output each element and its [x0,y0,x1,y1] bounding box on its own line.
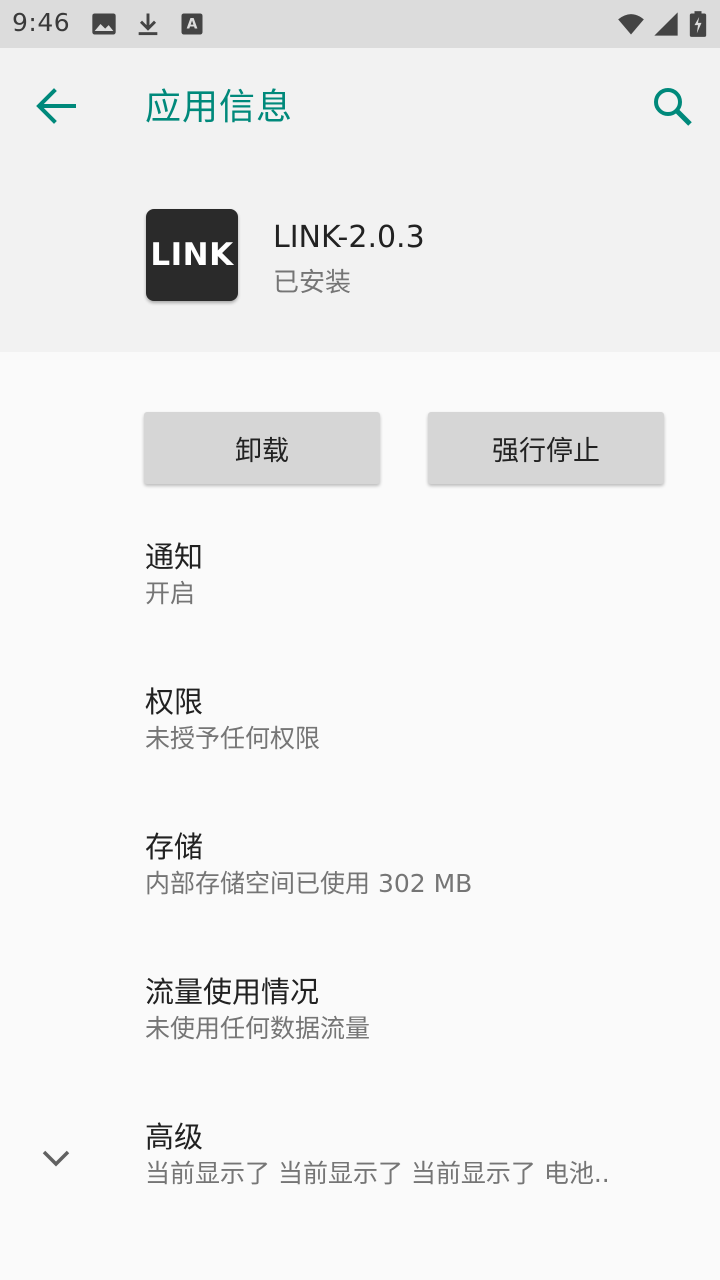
back-arrow-icon[interactable] [24,78,88,134]
setting-permissions[interactable]: 权限 未授予任何权限 [145,683,705,757]
signal-icon [654,12,678,36]
app-header: 应用信息 LINK LINK-2.0.3 已安装 [0,48,720,352]
page-title: 应用信息 [145,87,294,128]
setting-summary: 开启 [145,579,196,608]
search-icon[interactable] [640,76,704,136]
setting-summary: 当前显示了 当前显示了 当前显示了 电池.. [145,1159,610,1188]
image-icon [92,13,116,35]
setting-summary: 未使用任何数据流量 [145,1014,371,1043]
app-name: LINK-2.0.3 [273,220,425,255]
app-install-status: 已安装 [273,268,352,298]
battery-icon [689,11,707,37]
setting-advanced[interactable]: 高级 当前显示了 当前显示了 当前显示了 电池.. [145,1118,705,1192]
setting-storage[interactable]: 存储 内部存储空间已使用 302 MB [145,828,705,902]
setting-title: 流量使用情况 [145,975,320,1009]
setting-data-usage[interactable]: 流量使用情况 未使用任何数据流量 [145,973,705,1047]
status-time: 9:46 [12,8,71,37]
setting-title: 存储 [145,830,204,864]
status-bar: 9:46 A [0,0,720,48]
setting-summary: 未授予任何权限 [145,724,321,753]
uninstall-button[interactable]: 卸载 [144,412,380,484]
setting-title: 通知 [145,540,204,574]
setting-summary: 内部存储空间已使用 302 MB [145,869,473,898]
app-icon: LINK [146,209,238,301]
svg-text:A: A [187,17,198,33]
download-icon [138,13,158,36]
setting-notifications[interactable]: 通知 开启 [145,538,705,612]
wifi-icon [618,14,644,35]
chevron-down-icon[interactable] [36,1138,76,1178]
setting-title: 高级 [145,1120,204,1154]
force-stop-button[interactable]: 强行停止 [428,412,664,484]
setting-title: 权限 [145,685,204,719]
font-icon: A [181,13,203,35]
